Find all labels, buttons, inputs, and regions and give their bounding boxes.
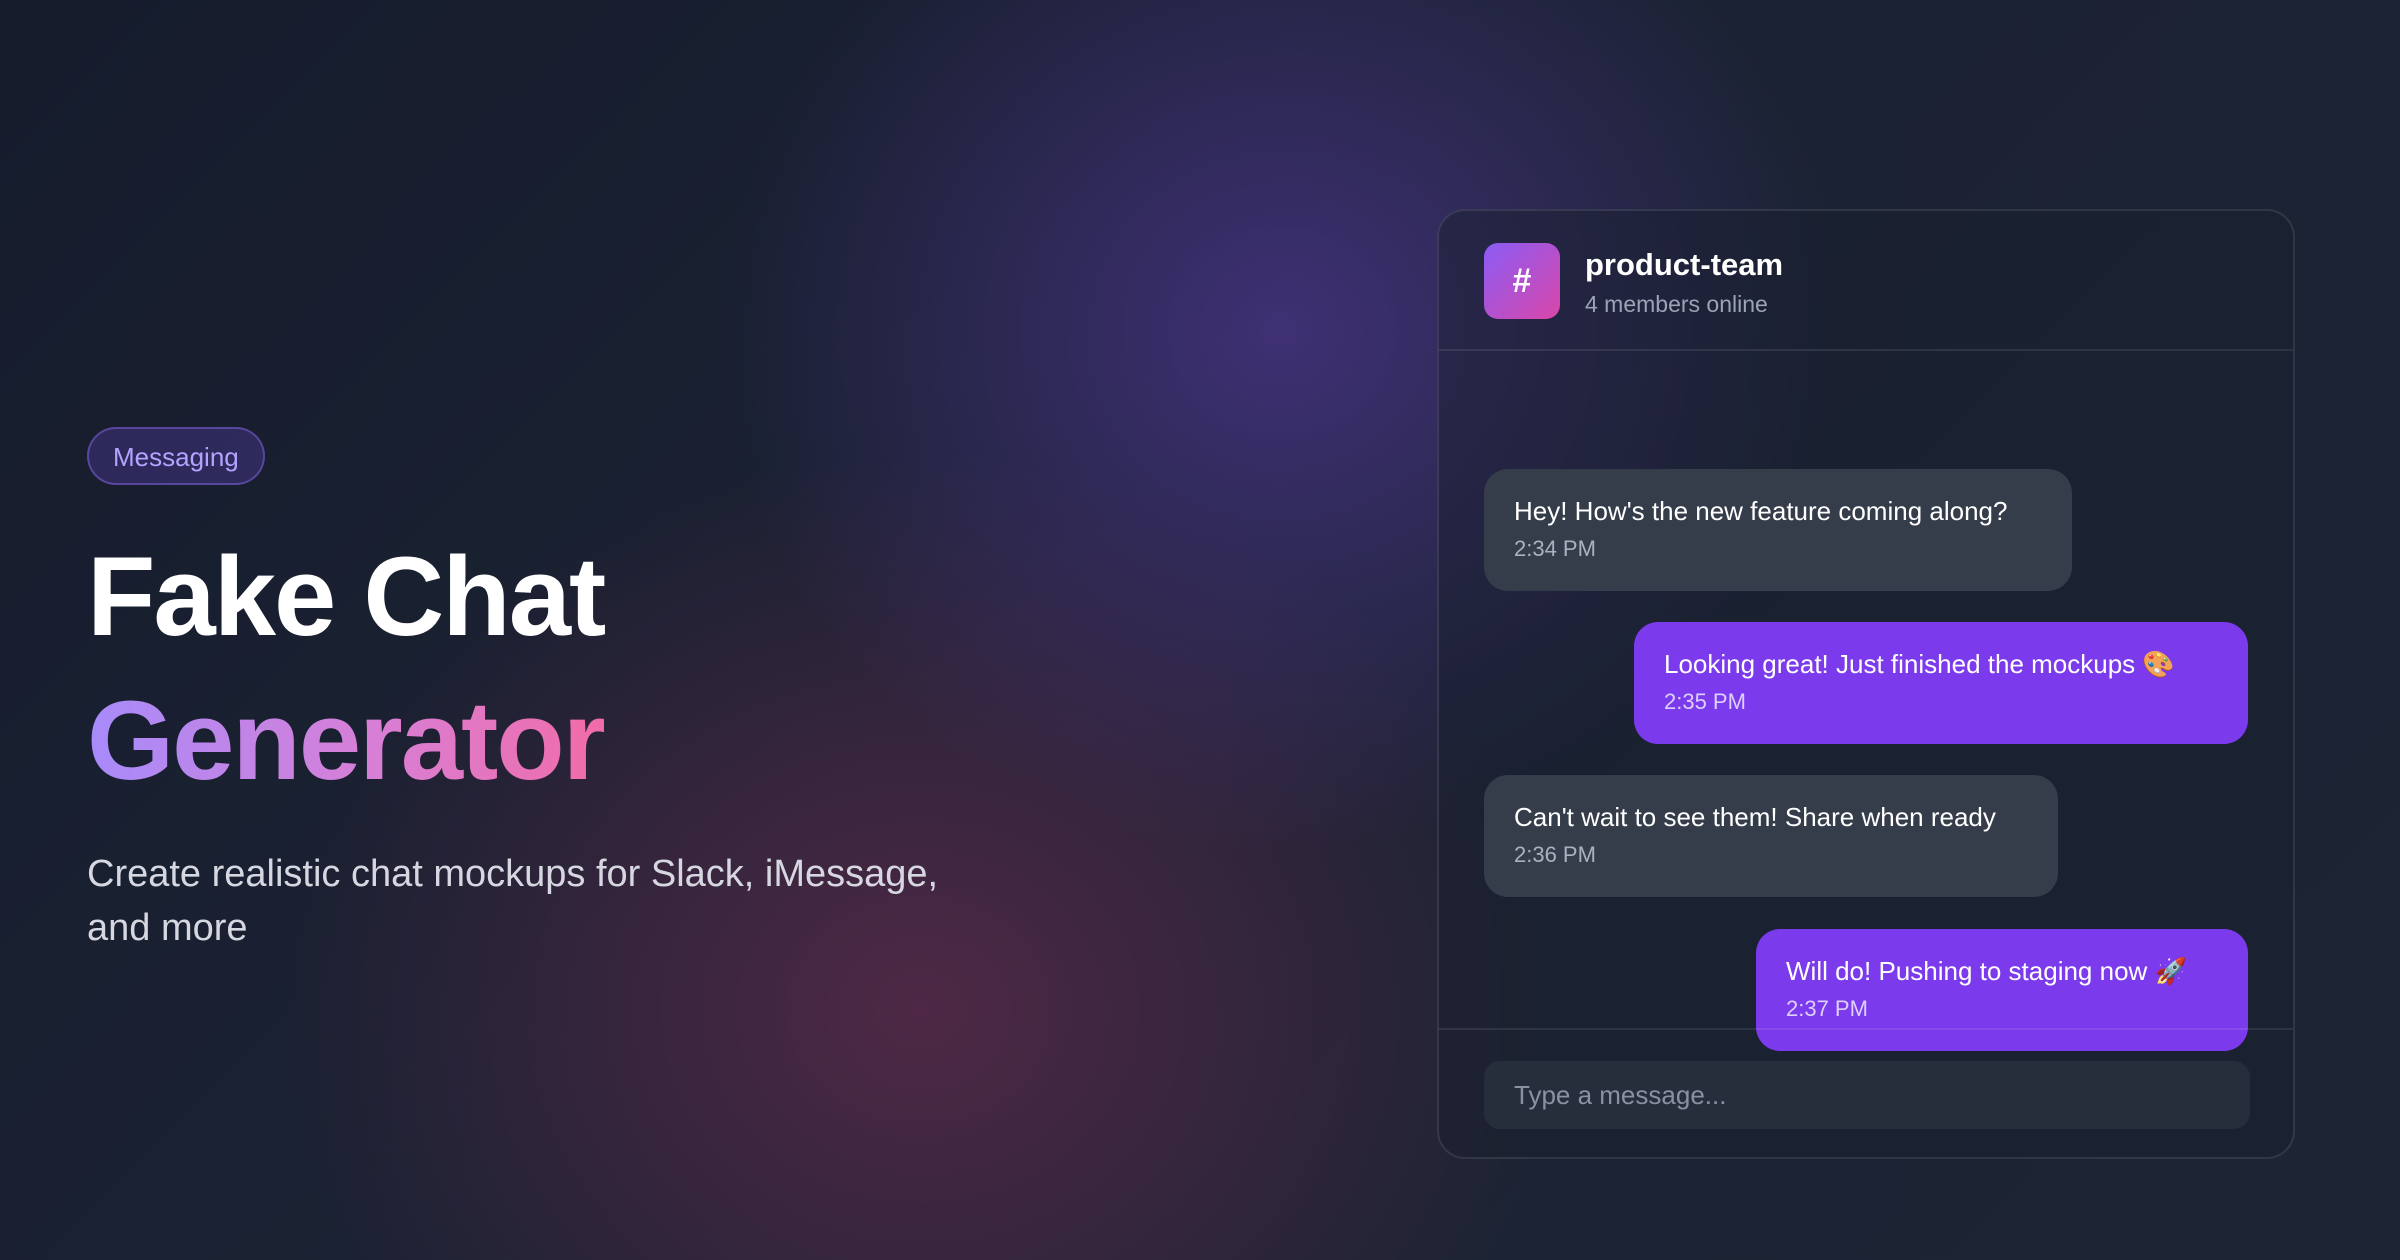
message-text: Hey! How's the new feature coming along? bbox=[1514, 496, 2008, 526]
chat-preview-card: # product-team 4 members online Hey! How… bbox=[1437, 209, 2295, 1159]
channel-name: product-team bbox=[1585, 247, 1784, 282]
channel-status: 4 members online bbox=[1585, 291, 1768, 317]
category-badge: Messaging bbox=[87, 427, 265, 485]
message-text: Can't wait to see them! Share when ready bbox=[1514, 802, 1996, 832]
message-bubble-incoming: Hey! How's the new feature coming along?… bbox=[1484, 469, 2072, 591]
chat-header: # product-team 4 members online bbox=[1439, 211, 2293, 351]
message-bubble-incoming: Can't wait to see them! Share when ready… bbox=[1484, 775, 2058, 897]
message-text: Will do! Pushing to staging now 🚀 bbox=[1786, 956, 2187, 986]
page-title: Fake Chat Generator bbox=[87, 525, 987, 813]
message-text: Looking great! Just finished the mockups… bbox=[1664, 649, 2175, 679]
message-timestamp: 2:37 PM bbox=[1786, 996, 1868, 1021]
title-line-2: Generator bbox=[87, 669, 606, 813]
message-timestamp: 2:36 PM bbox=[1514, 842, 1596, 867]
hero-section: Messaging Fake Chat Generator Create rea… bbox=[87, 427, 987, 955]
chat-composer bbox=[1439, 1028, 2293, 1157]
message-bubble-outgoing: Looking great! Just finished the mockups… bbox=[1634, 622, 2248, 744]
message-timestamp: 2:34 PM bbox=[1514, 536, 1596, 561]
message-input[interactable] bbox=[1484, 1061, 2250, 1129]
title-line-1: Fake Chat bbox=[87, 534, 606, 659]
message-timestamp: 2:35 PM bbox=[1664, 689, 1746, 714]
hero-subtitle: Create realistic chat mockups for Slack,… bbox=[87, 853, 939, 949]
hashtag-icon: # bbox=[1484, 243, 1560, 319]
